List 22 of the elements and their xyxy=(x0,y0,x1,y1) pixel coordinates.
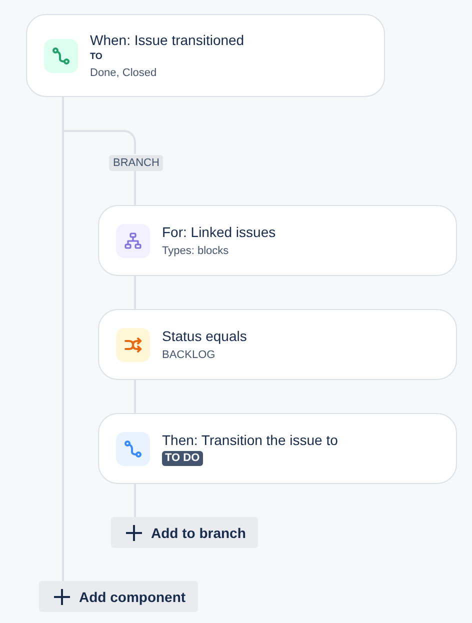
rule-detail: BACKLOG xyxy=(162,348,216,362)
rule-title: Status equals xyxy=(162,326,247,344)
shuffle-icon xyxy=(124,336,142,354)
rule-card[interactable]: Status equals BACKLOG xyxy=(98,309,457,380)
rule-detail: Types: blocks xyxy=(162,244,229,258)
add-to-branch-button[interactable]: Add to branch xyxy=(111,517,258,548)
field-label: TO xyxy=(90,50,102,62)
rule-title: For: Linked issues xyxy=(162,222,276,240)
status-list: Done, Closed xyxy=(90,64,157,80)
rule-card[interactable]: Then: Transition the issue to TO DO xyxy=(98,413,457,484)
branch-label: BRANCH xyxy=(109,155,164,171)
path-icon xyxy=(124,440,142,458)
plus-icon xyxy=(53,588,71,606)
trigger-card[interactable]: When: Issue transitioned TO Done, Closed xyxy=(26,14,385,97)
rule-card[interactable]: For: Linked issues Types: blocks xyxy=(98,205,457,276)
status-lozenge: TO DO xyxy=(162,451,203,466)
plus-icon xyxy=(125,524,143,542)
trigger-title: When: Issue transitioned xyxy=(90,30,244,48)
add-component-button[interactable]: Add component xyxy=(39,581,198,612)
hierarchy-icon xyxy=(124,232,142,250)
path-icon xyxy=(52,46,70,64)
rule-title: Then: Transition the issue to xyxy=(162,431,338,449)
